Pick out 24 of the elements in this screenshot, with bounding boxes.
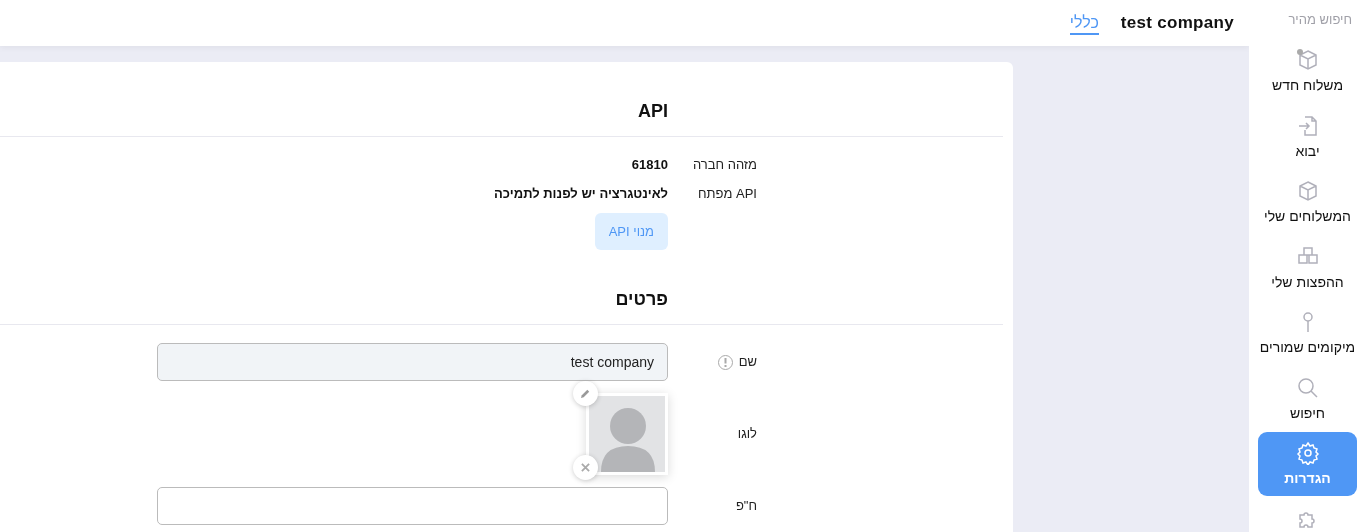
sidebar-item[interactable]: חיפוש xyxy=(1258,366,1357,430)
edit-button[interactable] xyxy=(573,381,598,406)
box-plus-icon xyxy=(1295,48,1320,72)
field-label: לוגו xyxy=(737,425,757,444)
field-value: 61810 xyxy=(631,156,668,174)
field-label: מזהה חברה xyxy=(692,156,757,174)
text-field[interactable] xyxy=(157,487,668,525)
company-name: test company xyxy=(1120,12,1234,35)
sidebar-item[interactable]: משלוח חדש xyxy=(1258,39,1357,103)
field-label: שם xyxy=(738,353,757,372)
field-label: API מפתח xyxy=(698,185,757,203)
field-value: לאינטגרציה יש לפנות לתמיכה xyxy=(494,185,668,203)
section-title: פרטים xyxy=(0,250,1003,325)
field-label: ח"פ xyxy=(735,497,757,516)
sidebar-item[interactable]: ההפצות שלי xyxy=(1258,235,1357,299)
close-icon xyxy=(581,463,590,472)
sidebar-item[interactable]: יבוא xyxy=(1258,104,1357,168)
search-icon xyxy=(1295,375,1320,400)
settings-icon xyxy=(1295,441,1320,465)
sidebar-item[interactable]: מיקומים שמורים xyxy=(1258,301,1357,365)
sidebar-item[interactable]: המשלוחים שלי xyxy=(1258,170,1357,234)
section-title: API xyxy=(0,62,1003,137)
remove-button[interactable] xyxy=(573,455,598,480)
pencil-icon xyxy=(580,388,591,399)
